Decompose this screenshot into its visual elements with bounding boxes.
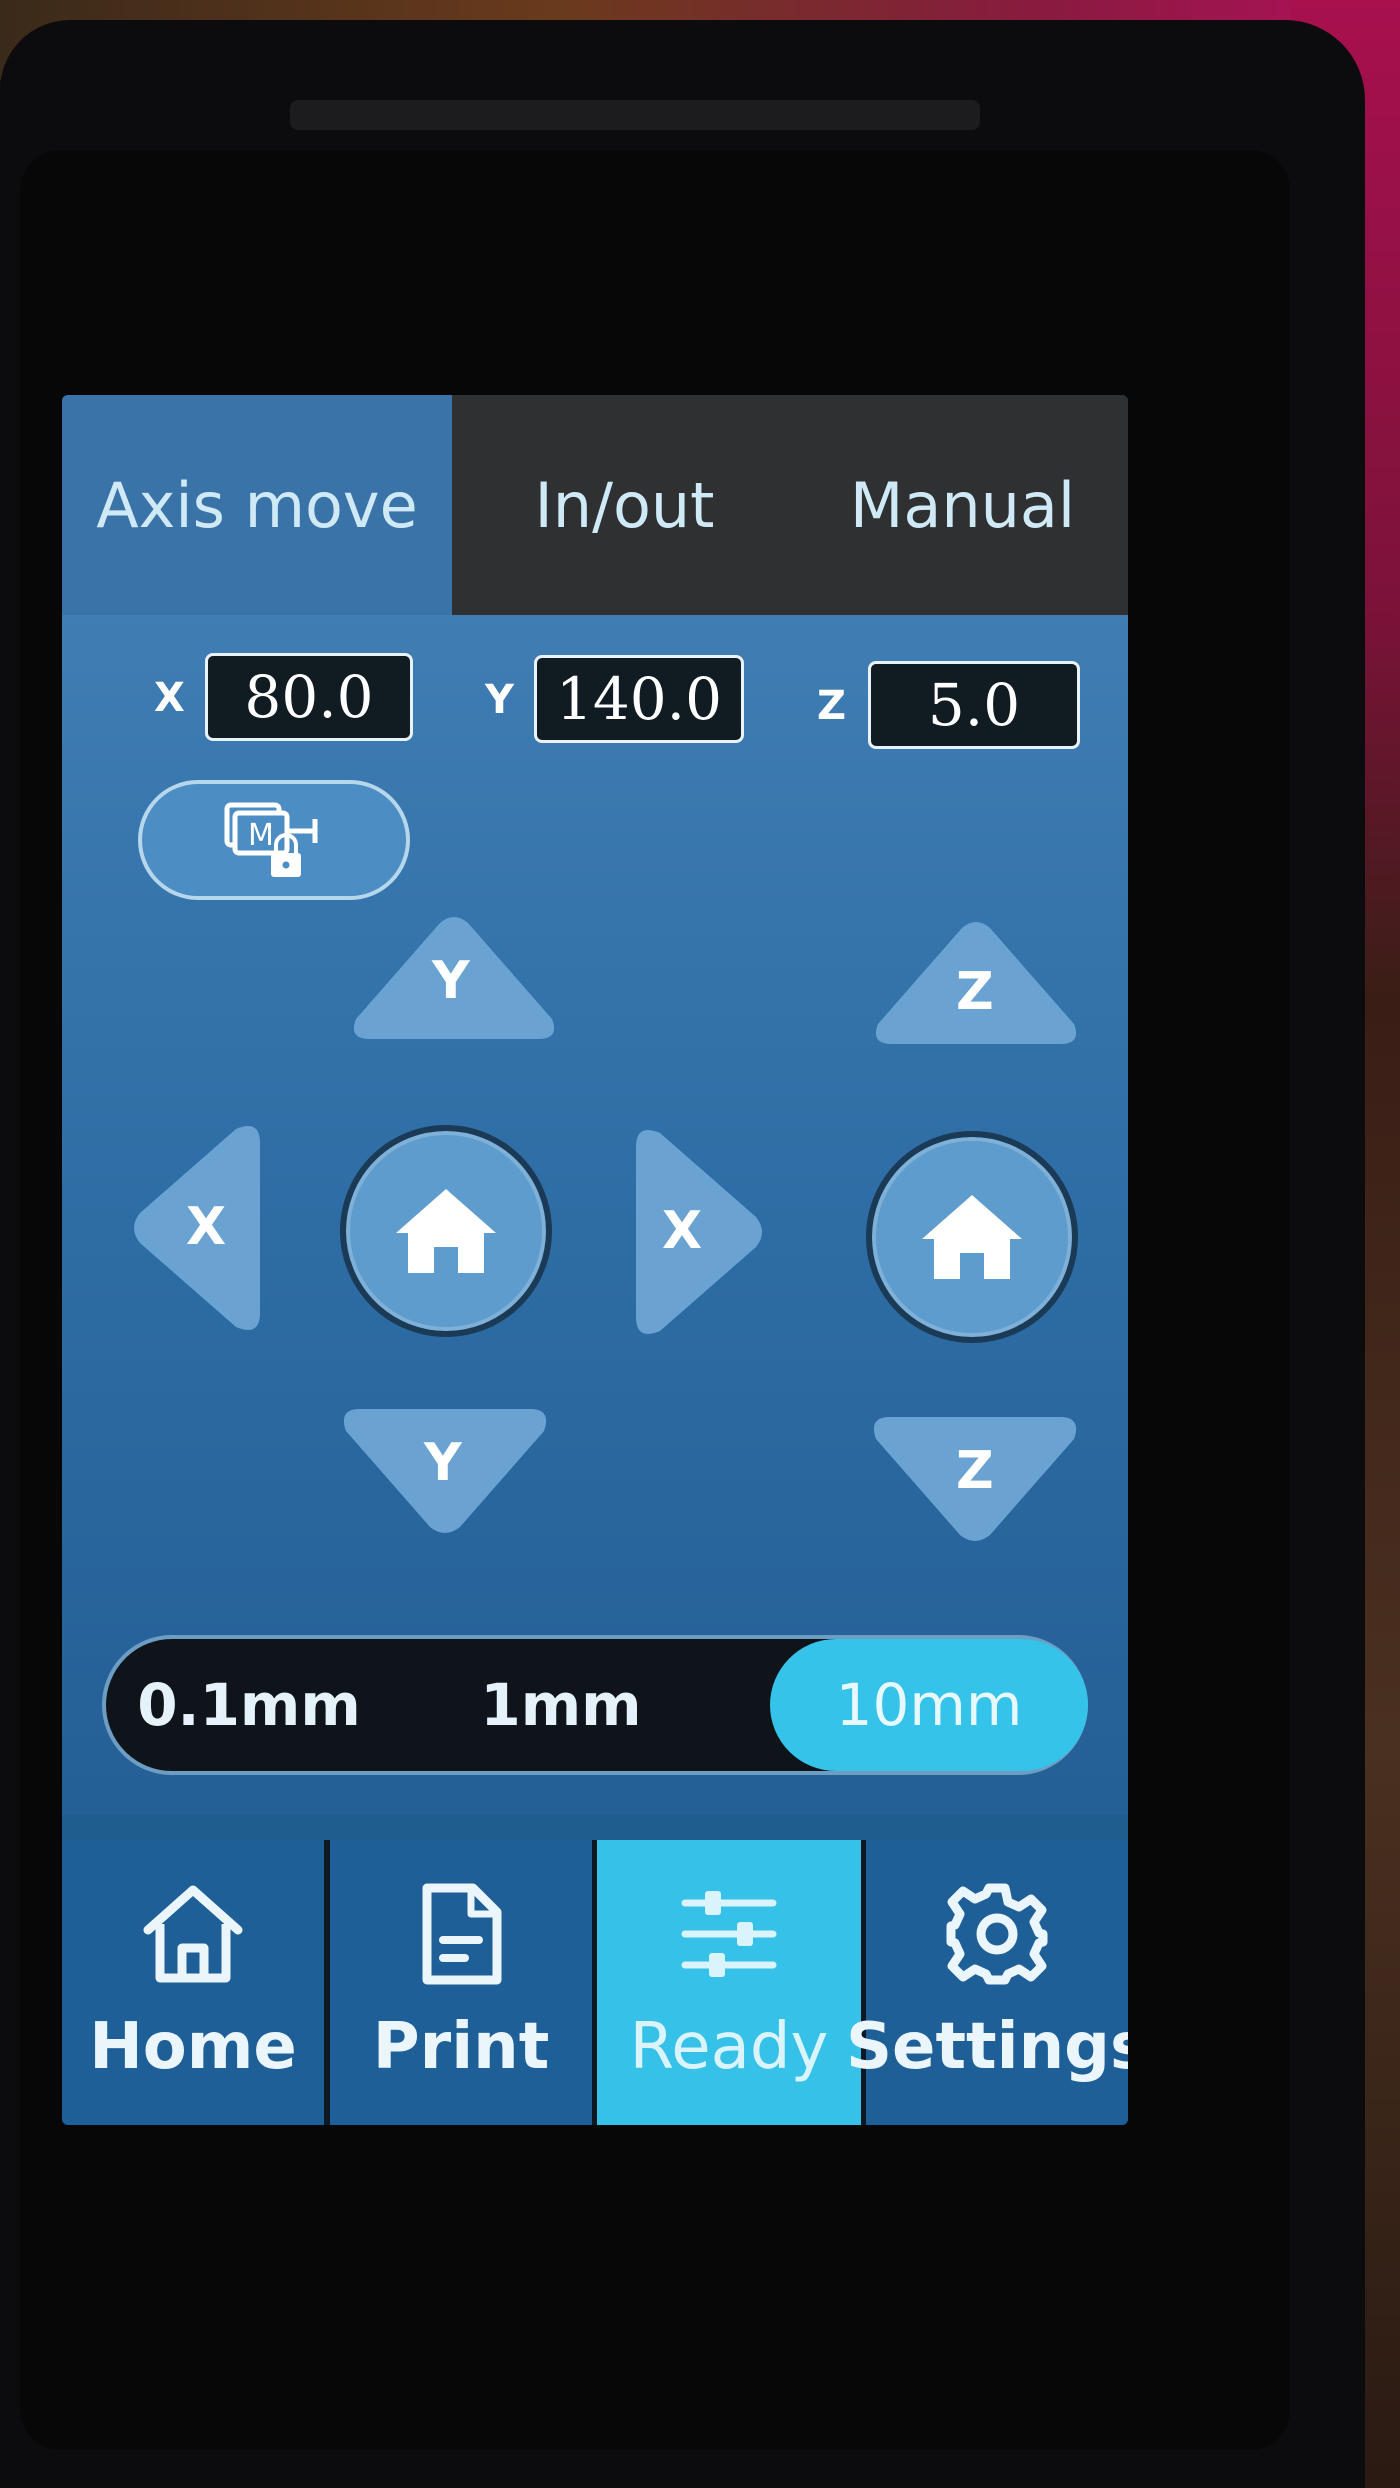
jog-x-minus-button[interactable]: X [130, 1121, 264, 1335]
y-coord-label: Y [485, 677, 514, 723]
home-icon [138, 1876, 248, 1992]
jog-x-minus-label: X [186, 1197, 227, 1257]
sliders-icon [679, 1876, 779, 1992]
z-coord-field: 5.0 [868, 661, 1080, 749]
nav-print[interactable]: Print [330, 1840, 592, 2125]
home-xy-button[interactable] [340, 1125, 552, 1337]
nav-ready[interactable]: Ready [597, 1840, 861, 2125]
step-size-selector: 0.1mm 1mm 10mm [102, 1635, 1088, 1775]
x-coord-field: 80.0 [205, 653, 413, 741]
jog-z-plus-button[interactable]: Z [870, 918, 1082, 1048]
bottom-navigation: Home Print Ready Settings [62, 1840, 1128, 2125]
nav-print-label: Print [372, 2010, 550, 2084]
jog-y-minus-label: Y [424, 1433, 462, 1493]
jog-x-plus-label: X [662, 1201, 703, 1261]
nav-home[interactable]: Home [62, 1840, 324, 2125]
z-coord-label: Z [817, 683, 847, 729]
home-icon [922, 1195, 1022, 1279]
tab-axis-move[interactable]: Axis move [62, 395, 452, 615]
home-icon [396, 1189, 496, 1273]
jog-z-minus-label: Z [956, 1441, 994, 1501]
jog-y-minus-button[interactable]: Y [338, 1405, 552, 1537]
jog-x-plus-button[interactable]: X [632, 1125, 766, 1339]
x-coord-label: X [154, 675, 185, 721]
jog-y-plus-button[interactable]: Y [348, 913, 560, 1043]
tab-manual[interactable]: Manual [797, 395, 1128, 615]
nav-home-label: Home [89, 2010, 297, 2084]
nav-ready-label: Ready [629, 2010, 829, 2084]
step-1mm-option[interactable]: 1mm [436, 1639, 686, 1771]
nav-settings[interactable]: Settings [846, 1840, 1128, 2125]
svg-text:M: M [248, 818, 274, 853]
jog-y-plus-label: Y [432, 951, 470, 1011]
motor-lock-button[interactable]: M [138, 780, 410, 900]
document-icon [419, 1876, 503, 1992]
axis-move-panel: X 80.0 Y 140.0 Z 5.0 M Y Z X X Y Z 0.1mm… [62, 615, 1128, 1815]
touch-screen: Axis move In/out Manual X 80.0 Y 140.0 Z… [62, 395, 1128, 2125]
nav-settings-label: Settings [845, 2010, 1128, 2084]
y-coord-field: 140.0 [534, 655, 744, 743]
device-slot [290, 100, 980, 130]
tab-in-out[interactable]: In/out [452, 395, 797, 615]
home-z-button[interactable] [866, 1131, 1078, 1343]
gear-icon [945, 1876, 1049, 1992]
jog-z-minus-button[interactable]: Z [868, 1413, 1082, 1545]
jog-z-plus-label: Z [956, 962, 994, 1022]
step-0-1mm-option[interactable]: 0.1mm [124, 1639, 374, 1771]
tab-bar: Axis move In/out Manual [62, 395, 1128, 615]
step-10mm-option[interactable]: 10mm [770, 1639, 1088, 1771]
motor-lock-icon: M [224, 802, 318, 877]
